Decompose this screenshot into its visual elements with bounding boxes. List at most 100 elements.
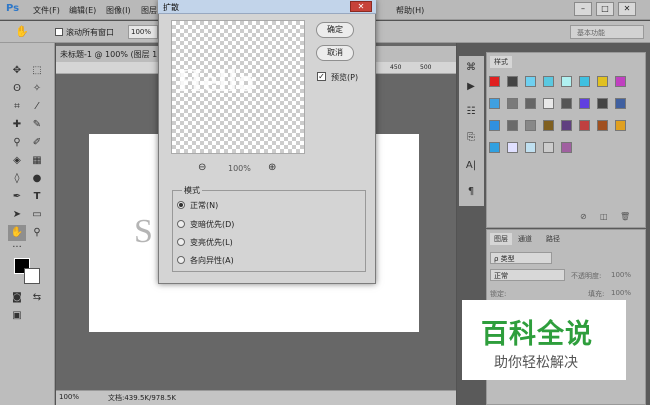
- menu-layer[interactable]: 图层: [141, 5, 157, 16]
- style-swatch[interactable]: [507, 76, 518, 87]
- shape-tool-icon[interactable]: ▭: [28, 207, 46, 223]
- cancel-button[interactable]: 取消: [316, 45, 354, 61]
- swap-colors-icon[interactable]: ⇆: [28, 290, 46, 306]
- quick-mask-icon[interactable]: ◙: [8, 290, 26, 306]
- zoom-field[interactable]: 100%: [128, 25, 158, 39]
- close-window-button[interactable]: ✕: [618, 2, 636, 16]
- dodge-tool-icon[interactable]: ●: [28, 171, 46, 187]
- style-swatch[interactable]: [615, 76, 626, 87]
- style-swatch[interactable]: [579, 98, 590, 109]
- style-swatch[interactable]: [507, 120, 518, 131]
- screen-mode-icon[interactable]: ▣: [8, 308, 26, 324]
- move-tool-icon[interactable]: ✥: [8, 63, 26, 79]
- style-swatch[interactable]: [561, 98, 572, 109]
- style-swatch[interactable]: [507, 98, 518, 109]
- blend-mode-select[interactable]: 正常: [490, 269, 565, 281]
- trash-icon[interactable]: 🗑: [620, 212, 630, 221]
- mode-normal-radio[interactable]: [177, 201, 185, 209]
- mode-group-label: 模式: [182, 185, 202, 196]
- style-swatch[interactable]: [543, 142, 554, 153]
- style-swatch[interactable]: [543, 120, 554, 131]
- style-swatch[interactable]: [489, 142, 500, 153]
- style-swatch[interactable]: [597, 76, 608, 87]
- style-swatch[interactable]: [615, 98, 626, 109]
- character-panel-icon[interactable]: A|: [462, 158, 480, 174]
- preview-checkbox[interactable]: ✓: [317, 72, 326, 81]
- style-swatch[interactable]: [525, 120, 536, 131]
- style-swatch[interactable]: [525, 98, 536, 109]
- lasso-tool-icon[interactable]: ʘ: [8, 81, 26, 97]
- zoom-in-icon[interactable]: ⊕: [268, 162, 276, 173]
- workspace-select[interactable]: 基本功能: [570, 25, 644, 39]
- history-panel-icon[interactable]: ⌘: [462, 60, 480, 76]
- style-swatch[interactable]: [525, 142, 536, 153]
- scroll-all-checkbox[interactable]: [55, 28, 63, 36]
- marquee-tool-icon[interactable]: ⬚: [28, 63, 46, 79]
- delete-style-icon[interactable]: ⊘: [580, 212, 587, 221]
- style-swatch[interactable]: [489, 76, 500, 87]
- gradient-icon[interactable]: ▦: [28, 153, 46, 169]
- style-swatch[interactable]: [579, 76, 590, 87]
- status-zoom[interactable]: 100%: [59, 393, 79, 401]
- crop-tool-icon[interactable]: ⌗: [8, 99, 26, 115]
- dialog-close-button[interactable]: ✕: [350, 1, 372, 12]
- style-swatch[interactable]: [597, 120, 608, 131]
- menu-image[interactable]: 图像(I): [106, 5, 131, 16]
- mode-darken-radio[interactable]: [177, 220, 185, 228]
- fill-value[interactable]: 100%: [611, 289, 631, 297]
- scroll-all-label: 滚动所有窗口: [66, 28, 114, 37]
- type-tool-icon[interactable]: T: [28, 189, 46, 205]
- mode-lighten-radio[interactable]: [177, 238, 185, 246]
- tab-paths[interactable]: 路径: [546, 234, 560, 244]
- properties-panel-icon[interactable]: ☷: [462, 104, 480, 120]
- zoom-out-icon[interactable]: ⊖: [198, 162, 206, 173]
- tab-layers[interactable]: 图层: [490, 233, 512, 245]
- hand-tool-button-icon[interactable]: ✋: [8, 225, 26, 241]
- tab-channels[interactable]: 通道: [518, 234, 532, 244]
- ok-button[interactable]: 确定: [316, 22, 354, 38]
- path-selection-icon[interactable]: ➤: [8, 207, 26, 223]
- healing-brush-icon[interactable]: ✚: [8, 117, 26, 133]
- style-swatch[interactable]: [543, 76, 554, 87]
- watermark-subtitle: 助你轻松解决: [494, 355, 578, 371]
- eyedropper-icon[interactable]: ⁄: [28, 99, 46, 115]
- more-tools-icon[interactable]: ···: [8, 240, 26, 256]
- style-swatch[interactable]: [525, 76, 536, 87]
- mode-anisotropic-radio[interactable]: [177, 256, 185, 264]
- clone-source-icon[interactable]: ⎘: [462, 130, 480, 146]
- pen-tool-icon[interactable]: ✒: [8, 189, 26, 205]
- maximize-button[interactable]: □: [596, 2, 614, 16]
- paragraph-panel-icon[interactable]: ¶: [462, 184, 480, 200]
- style-swatch[interactable]: [561, 76, 572, 87]
- actions-panel-icon[interactable]: ▶: [462, 79, 480, 95]
- style-swatch[interactable]: [615, 120, 626, 131]
- hand-tool-icon[interactable]: ✋: [15, 25, 29, 38]
- new-style-icon[interactable]: ◫: [600, 212, 608, 221]
- menu-edit[interactable]: 编辑(E): [69, 5, 96, 16]
- blur-tool-icon[interactable]: ◊: [8, 171, 26, 187]
- tools-panel: [0, 43, 55, 405]
- minimize-button[interactable]: –: [574, 2, 592, 16]
- background-color-swatch[interactable]: [24, 268, 40, 284]
- zoom-tool-icon[interactable]: ⚲: [28, 225, 46, 241]
- mode-darken-label: 变暗优先(D): [190, 220, 235, 229]
- menu-file[interactable]: 文件(F): [33, 5, 60, 16]
- menu-help[interactable]: 帮助(H): [396, 5, 424, 16]
- eraser-icon[interactable]: ◈: [8, 153, 26, 169]
- style-swatch[interactable]: [579, 120, 590, 131]
- document-tab-title[interactable]: 未标题-1 @ 100% (图层 1, R: [60, 49, 168, 60]
- style-swatch[interactable]: [543, 98, 554, 109]
- style-swatch[interactable]: [561, 142, 572, 153]
- history-brush-icon[interactable]: ✐: [28, 135, 46, 151]
- layer-kind-filter[interactable]: ρ 类型: [490, 252, 552, 264]
- clone-stamp-icon[interactable]: ⚲: [8, 135, 26, 151]
- style-swatch[interactable]: [489, 120, 500, 131]
- style-swatch[interactable]: [507, 142, 518, 153]
- brush-tool-icon[interactable]: ✎: [28, 117, 46, 133]
- style-swatch[interactable]: [489, 98, 500, 109]
- opacity-value[interactable]: 100%: [611, 271, 631, 279]
- magic-wand-icon[interactable]: ✧: [28, 81, 46, 97]
- tab-styles[interactable]: 样式: [490, 56, 512, 68]
- style-swatch[interactable]: [597, 98, 608, 109]
- style-swatch[interactable]: [561, 120, 572, 131]
